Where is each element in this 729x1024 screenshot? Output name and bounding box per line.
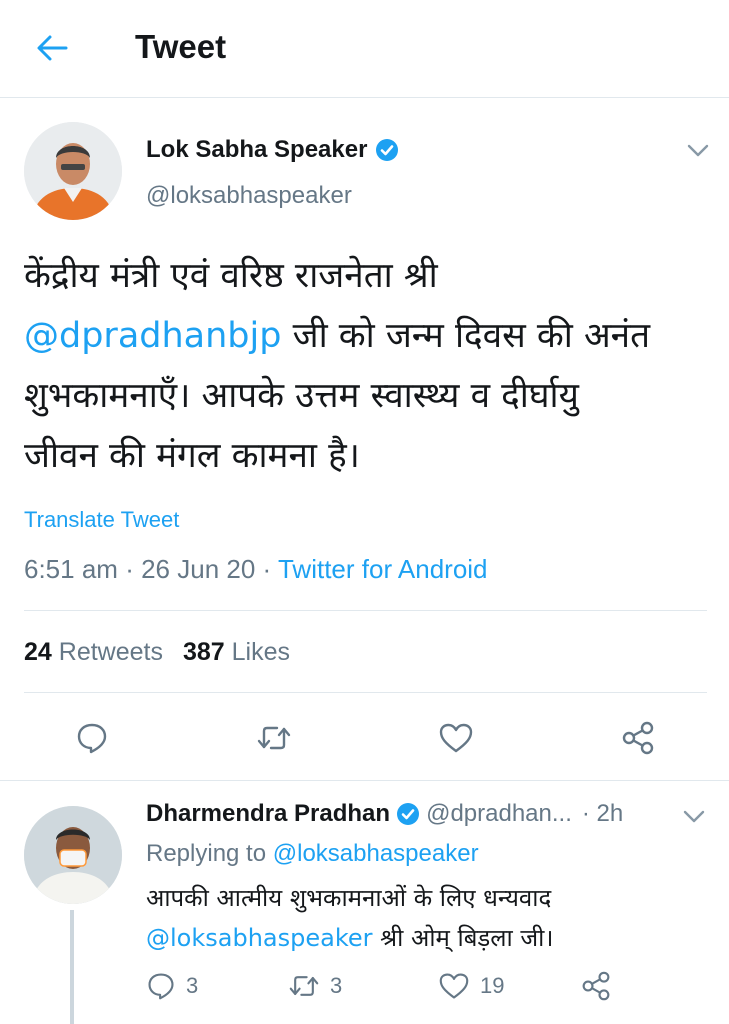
reply-author-avatar[interactable] [24,806,122,904]
likes-stat[interactable]: 387 Likes [183,638,290,666]
author-name[interactable]: Lok Sabha Speaker [146,136,399,164]
tweet-text: केंद्रीय मंत्री एवं वरिष्ठ राजनेता श्री … [24,246,714,486]
translate-tweet-link[interactable]: Translate Tweet [24,507,179,533]
reply-button[interactable] [70,716,114,760]
avatar-photo [24,806,122,904]
retweet-icon [257,726,291,750]
tweet-metadata: 6:51 am · 26 Jun 20 · Twitter for Androi… [24,554,488,585]
reply-author-handle[interactable]: @dpradhan... [426,800,572,828]
author-name-text: Lok Sabha Speaker [146,136,368,163]
tweet-stats: 24 Retweets 387 Likes [24,638,290,667]
author-avatar[interactable] [24,122,122,220]
tweet-text-line: जीवन की मंगल कामना है। [24,436,360,476]
tweet-text-fragment: जी को जन्म दिवस की अनंत [281,316,651,356]
reply-reply-count: 3 [186,973,199,998]
thread-line [70,910,74,1024]
reply-retweet-count: 3 [330,973,343,998]
reply-text-fragment: श्री ओम् बिड़ला जी। [372,924,554,952]
heart-icon [439,973,469,999]
retweets-count: 24 [24,638,52,666]
like-button[interactable] [434,716,478,760]
reply-retweet-button[interactable]: 3 [288,968,342,1004]
reply-text: आपकी आत्मीय शुभकामनाओं के लिए धन्यवाद @l… [146,878,716,958]
avatar-photo [24,122,122,220]
comment-icon [77,723,107,754]
reply-more-options-button[interactable] [680,804,708,828]
tweet-source-link[interactable]: Twitter for Android [278,554,488,584]
retweet-icon [289,976,319,996]
verified-badge-icon [376,139,399,161]
meta-separator: · [125,554,134,584]
retweets-label: Retweets [58,638,163,666]
author-handle[interactable]: @loksabhaspeaker [146,182,352,210]
tweet-time: 6:51 am [24,554,118,584]
share-icon [622,721,654,755]
divider [24,610,707,611]
likes-label: Likes [231,638,291,666]
arrow-left-icon [37,35,68,61]
verified-badge-icon [397,803,420,825]
likes-count: 387 [182,638,225,666]
chevron-down-icon [683,810,705,823]
reply-reply-button[interactable]: 3 [146,968,198,1004]
more-options-button[interactable] [684,138,712,162]
reply-time: · 2h [581,800,624,827]
replying-to: Replying to @loksabhaspeaker [146,840,479,868]
share-button[interactable] [616,716,660,760]
comment-icon [148,973,174,1000]
reply-text-line: आपकी आत्मीय शुभकामनाओं के लिए धन्यवाद [146,884,552,912]
tweet-text-line: शुभकामनाएँ। आपके उत्तम स्वास्थ्य व दीर्घ… [24,376,579,416]
meta-separator: · [262,554,272,584]
reply-author-name[interactable]: Dharmendra Pradhan [146,800,390,828]
reply-share-button[interactable] [580,968,612,1004]
reply-like-count: 19 [480,973,505,998]
top-bar: Tweet [0,0,729,98]
reply-like-button[interactable]: 19 [438,968,504,1004]
divider [24,692,707,693]
retweet-button[interactable] [252,716,296,760]
replying-to-mention[interactable]: @loksabhaspeaker [273,840,479,867]
tweet-text-line: केंद्रीय मंत्री एवं वरिष्ठ राजनेता श्री [24,256,438,296]
reply-text-line: @loksabhaspeaker श्री ओम् बिड़ला जी। [146,918,716,958]
heart-icon [439,723,473,753]
retweets-stat[interactable]: 24 Retweets [24,638,163,666]
mention-link[interactable]: @dpradhanbjp [24,316,281,356]
tweet-text-line: @dpradhanbjp जी को जन्म दिवस की अनंत [24,306,714,366]
back-button[interactable] [30,28,74,68]
tweet-date: 26 Jun 20 [141,554,256,584]
page-title: Tweet [135,28,227,65]
replying-to-prefix: Replying to [146,840,273,867]
share-icon [582,971,610,1001]
chevron-down-icon [687,144,709,157]
section-divider [0,780,729,781]
reply-header: Dharmendra Pradhan @dpradhan... · 2h [146,800,623,828]
mention-link[interactable]: @loksabhaspeaker [146,924,373,952]
